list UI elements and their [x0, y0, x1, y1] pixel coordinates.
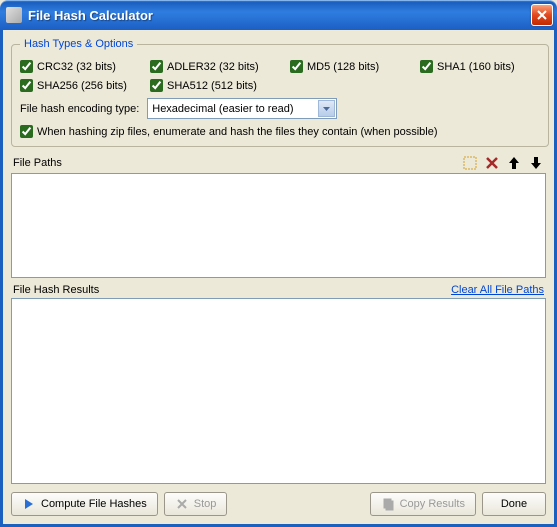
title-bar: File Hash Calculator: [0, 0, 557, 30]
checkbox-sha512-input[interactable]: [150, 79, 163, 92]
remove-icon: [484, 155, 500, 171]
checkbox-sha1-label: SHA1 (160 bits): [437, 61, 515, 73]
stop-button-label: Stop: [194, 498, 217, 510]
done-button[interactable]: Done: [482, 492, 546, 516]
add-file-icon: [462, 155, 478, 171]
results-box[interactable]: [11, 298, 546, 484]
copy-results-button-label: Copy Results: [400, 498, 465, 510]
results-header: File Hash Results Clear All File Paths: [11, 278, 546, 298]
checkbox-adler32-input[interactable]: [150, 60, 163, 73]
move-up-button[interactable]: [506, 155, 522, 171]
checkbox-sha512-label: SHA512 (512 bits): [167, 80, 257, 92]
checkbox-sha1-input[interactable]: [420, 60, 433, 73]
checkbox-crc32[interactable]: CRC32 (32 bits): [20, 60, 150, 73]
app-icon: [6, 7, 22, 23]
encoding-select-value: Hexadecimal (easier to read): [152, 103, 293, 115]
compute-button-label: Compute File Hashes: [41, 498, 147, 510]
hash-options-group: Hash Types & Options CRC32 (32 bits) ADL…: [11, 38, 549, 147]
encoding-label: File hash encoding type:: [20, 103, 139, 115]
close-button[interactable]: [531, 4, 553, 26]
checkbox-sha256-input[interactable]: [20, 79, 33, 92]
copy-icon: [381, 497, 395, 511]
stop-icon: [175, 497, 189, 511]
checkbox-zip-enumerate[interactable]: When hashing zip files, enumerate and ha…: [20, 125, 540, 138]
checkbox-md5-label: MD5 (128 bits): [307, 61, 379, 73]
file-paths-label: File Paths: [13, 157, 62, 169]
done-button-label: Done: [501, 498, 527, 510]
window-title: File Hash Calculator: [28, 8, 531, 23]
encoding-row: File hash encoding type: Hexadecimal (ea…: [20, 98, 540, 119]
checkbox-sha256[interactable]: SHA256 (256 bits): [20, 79, 150, 92]
checkbox-zip-enumerate-input[interactable]: [20, 125, 33, 138]
hash-row-1: CRC32 (32 bits) ADLER32 (32 bits) MD5 (1…: [20, 60, 540, 73]
checkbox-sha512[interactable]: SHA512 (512 bits): [150, 79, 290, 92]
stop-button[interactable]: Stop: [164, 492, 228, 516]
checkbox-sha256-label: SHA256 (256 bits): [37, 80, 127, 92]
clear-all-link[interactable]: Clear All File Paths: [451, 284, 544, 296]
compute-button[interactable]: Compute File Hashes: [11, 492, 158, 516]
checkbox-crc32-label: CRC32 (32 bits): [37, 61, 116, 73]
dropdown-arrow-icon: [318, 100, 335, 117]
checkbox-md5-input[interactable]: [290, 60, 303, 73]
move-down-button[interactable]: [528, 155, 544, 171]
button-bar: Compute File Hashes Stop Copy Results Do…: [11, 484, 546, 516]
file-paths-list[interactable]: [11, 173, 546, 278]
file-paths-toolbar: [462, 155, 544, 171]
checkbox-adler32[interactable]: ADLER32 (32 bits): [150, 60, 290, 73]
checkbox-crc32-input[interactable]: [20, 60, 33, 73]
checkbox-zip-enumerate-label: When hashing zip files, enumerate and ha…: [37, 126, 438, 138]
remove-file-button[interactable]: [484, 155, 500, 171]
close-icon: [537, 10, 547, 20]
file-paths-header: File Paths: [11, 153, 546, 173]
arrow-down-icon: [528, 155, 544, 171]
checkbox-sha1[interactable]: SHA1 (160 bits): [420, 60, 540, 73]
copy-results-button[interactable]: Copy Results: [370, 492, 476, 516]
encoding-select[interactable]: Hexadecimal (easier to read): [147, 98, 337, 119]
content-area: Hash Types & Options CRC32 (32 bits) ADL…: [0, 30, 557, 527]
checkbox-adler32-label: ADLER32 (32 bits): [167, 61, 259, 73]
checkbox-md5[interactable]: MD5 (128 bits): [290, 60, 420, 73]
add-file-button[interactable]: [462, 155, 478, 171]
play-icon: [22, 497, 36, 511]
hash-options-legend: Hash Types & Options: [20, 38, 137, 50]
hash-row-2: SHA256 (256 bits) SHA512 (512 bits): [20, 79, 540, 92]
arrow-up-icon: [506, 155, 522, 171]
results-label: File Hash Results: [13, 284, 99, 296]
